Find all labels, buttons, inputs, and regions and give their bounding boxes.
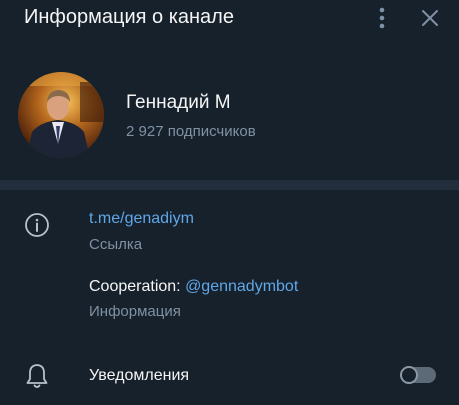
- notifications-label: Уведомления: [89, 367, 190, 384]
- close-icon: [422, 10, 438, 26]
- more-options-button[interactable]: [370, 6, 394, 30]
- section-divider: [0, 180, 459, 190]
- toggle-knob: [400, 366, 418, 384]
- channel-description: Cooperation: @gennadymbot: [89, 278, 298, 296]
- channel-avatar[interactable]: [18, 72, 104, 158]
- description-caption: Информация: [89, 303, 181, 320]
- notifications-toggle[interactable]: [400, 366, 436, 384]
- notifications-row[interactable]: Уведомления: [0, 352, 459, 400]
- bell-icon: [24, 362, 50, 390]
- panel-title: Информация о канале: [24, 6, 234, 28]
- bot-mention-link[interactable]: @gennadymbot: [185, 278, 298, 295]
- channel-profile: Геннадий М 2 927 подписчиков: [0, 60, 459, 170]
- subscriber-count: 2 927 подписчиков: [126, 123, 256, 140]
- info-icon: [24, 212, 50, 238]
- channel-link[interactable]: t.me/genadiym: [89, 210, 194, 228]
- link-caption: Ссылка: [89, 236, 143, 253]
- channel-name: Геннадий М: [126, 92, 231, 113]
- kebab-menu-icon: [379, 7, 385, 29]
- close-button[interactable]: [418, 6, 442, 30]
- panel-header: Информация о канале: [0, 0, 459, 36]
- description-text: Cooperation:: [89, 278, 186, 295]
